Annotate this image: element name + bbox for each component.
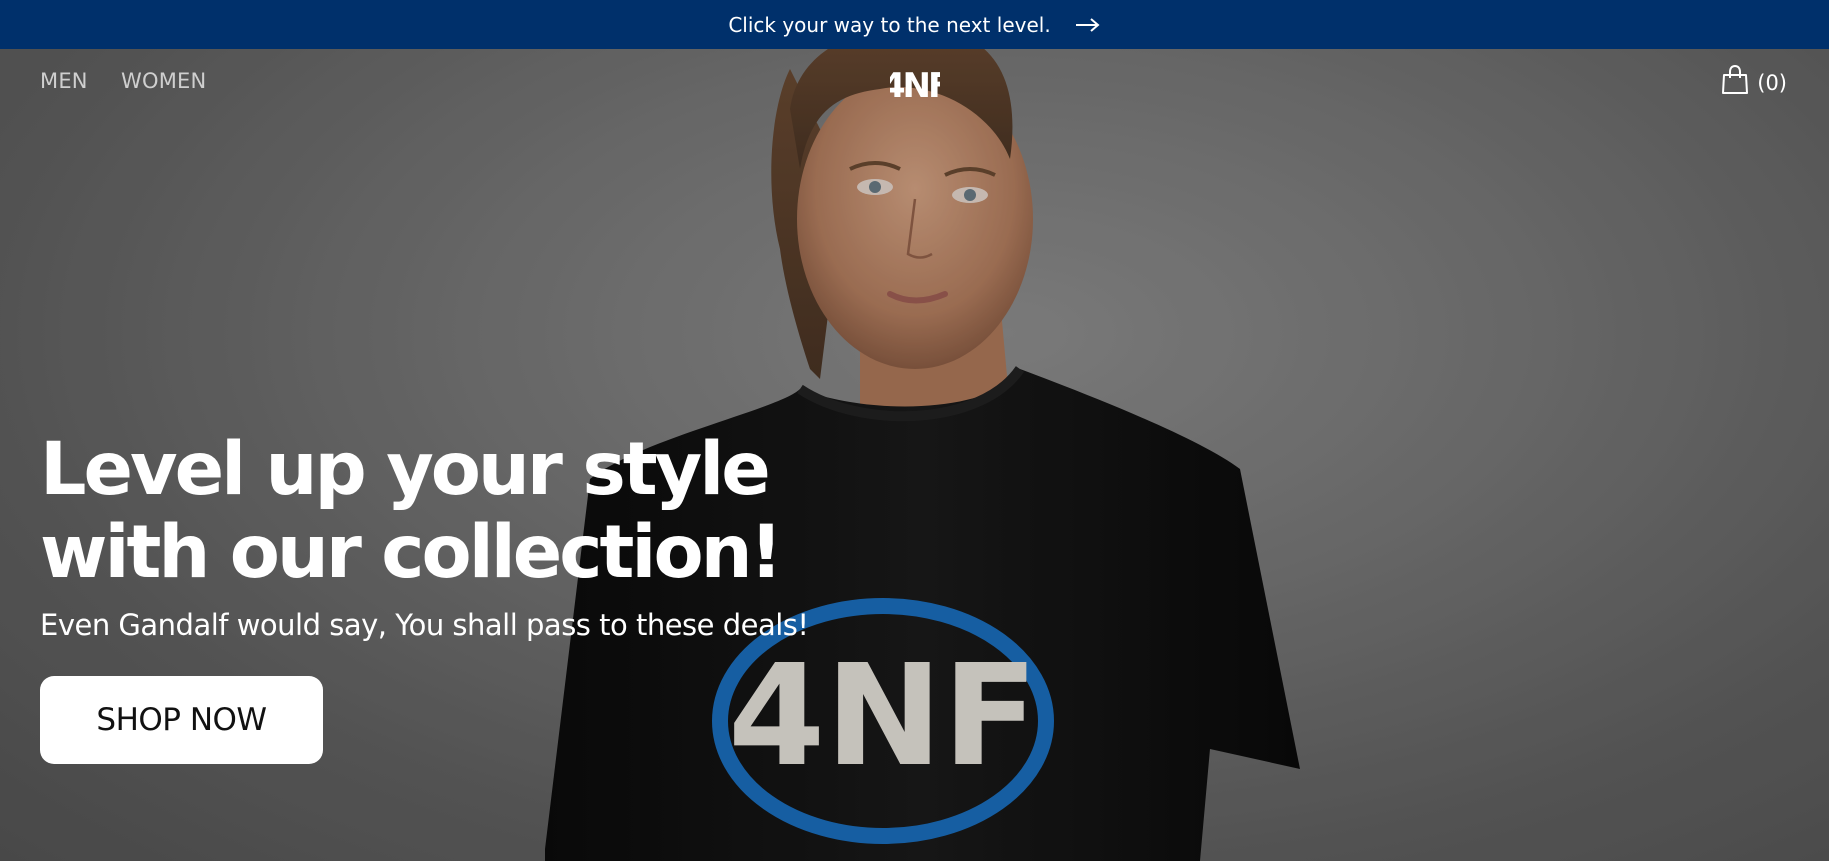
hero-headline: Level up your style with our collection! <box>40 427 783 595</box>
cart-count: (0) <box>1757 70 1787 95</box>
shopping-bag-icon <box>1721 64 1749 100</box>
hero-subtext: Even Gandalf would say, You shall pass t… <box>40 608 809 642</box>
site-header: MEN WOMEN 4NF (0) <box>0 49 1829 119</box>
cart-button[interactable]: (0) <box>1721 64 1787 100</box>
logo-text: 4NF <box>890 66 940 103</box>
hero-headline-line-2: with our collection! <box>40 510 783 595</box>
arrow-right-icon <box>1075 13 1101 37</box>
brand-logo[interactable]: 4NF <box>882 63 952 106</box>
promo-text: Click your way to the next level. <box>728 12 1051 37</box>
hero-headline-line-1: Level up your style <box>40 427 771 512</box>
promo-banner[interactable]: Click your way to the next level. <box>0 0 1829 49</box>
nav-women-link[interactable]: WOMEN <box>121 69 206 93</box>
nav-men-link[interactable]: MEN <box>40 69 88 93</box>
shop-now-button[interactable]: SHOP NOW <box>40 676 323 764</box>
